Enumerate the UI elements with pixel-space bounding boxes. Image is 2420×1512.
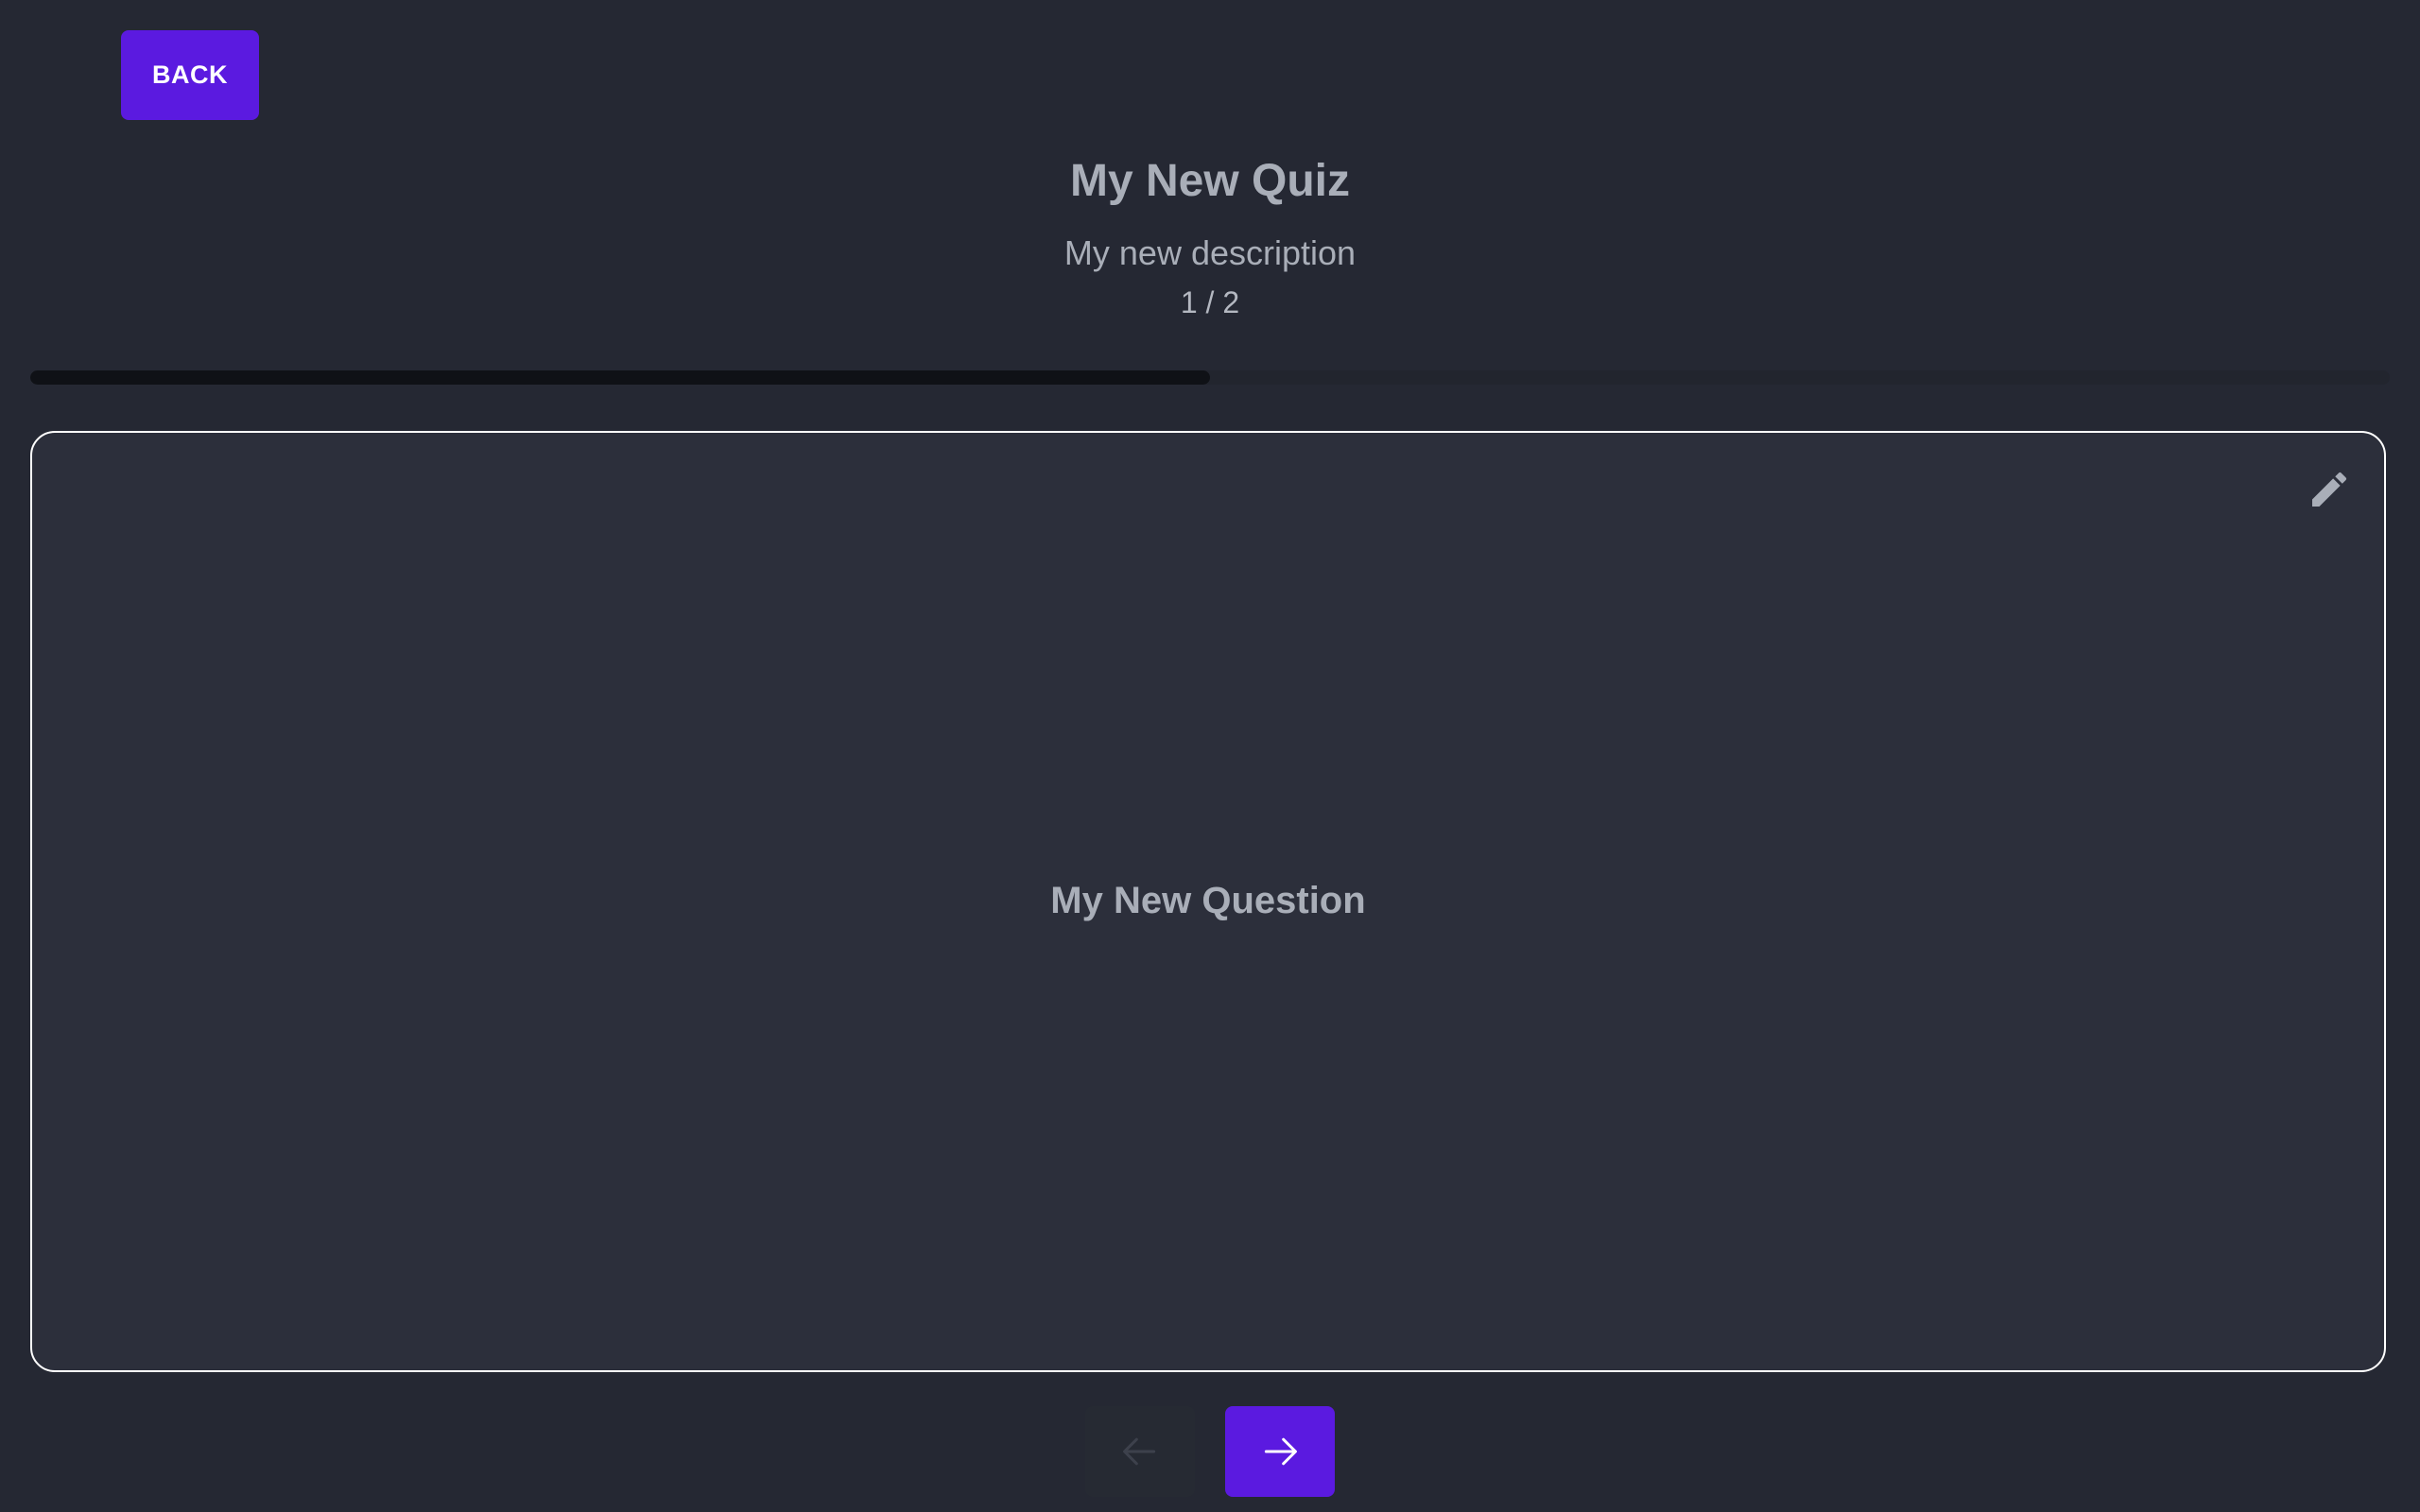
question-card[interactable]: My New Question	[30, 431, 2386, 1372]
next-button[interactable]	[1225, 1406, 1335, 1497]
arrow-left-icon	[1123, 1437, 1156, 1466]
progress-bar-fill	[30, 370, 1210, 385]
pencil-icon[interactable]	[2307, 467, 2352, 512]
quiz-description: My new description	[1063, 233, 1357, 272]
back-button[interactable]: BACK	[121, 30, 259, 120]
quiz-title: My New Quiz	[1069, 156, 1351, 206]
quiz-page: BACK My New Quiz My new description 1 / …	[0, 0, 2420, 1512]
progress-bar	[30, 370, 2390, 385]
question-counter: 1 / 2	[1180, 285, 1240, 319]
question-text: My New Question	[1050, 880, 1366, 921]
previous-button[interactable]	[1085, 1406, 1195, 1497]
arrow-right-icon	[1264, 1437, 1297, 1466]
